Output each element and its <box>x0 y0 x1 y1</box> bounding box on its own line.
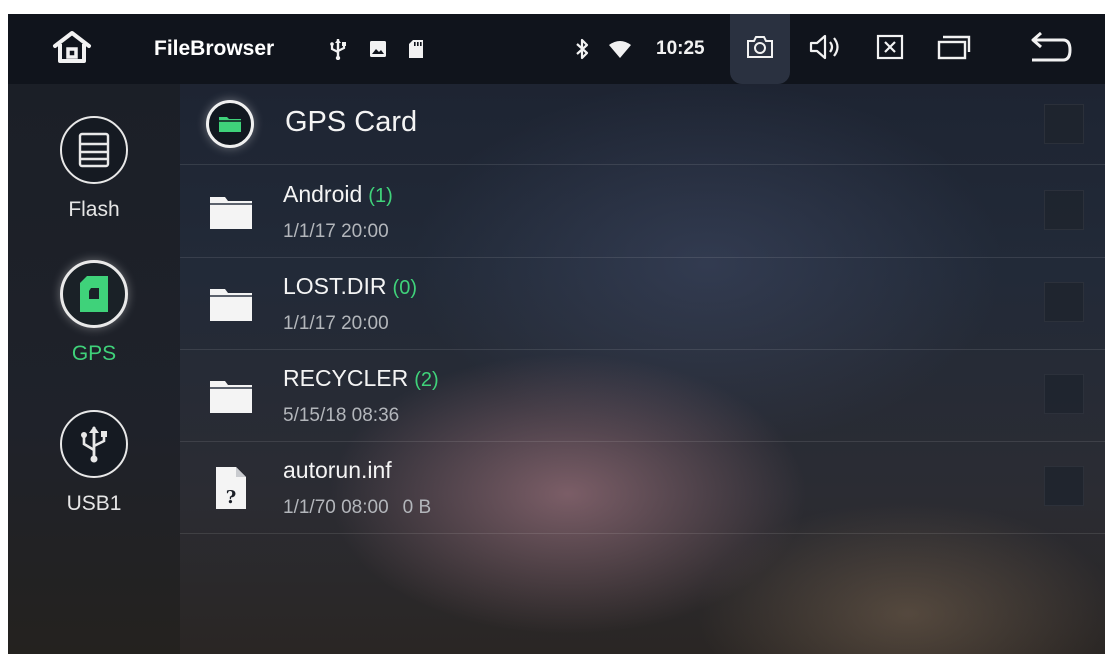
item-count: (1) <box>368 185 393 207</box>
folder-icon <box>206 100 254 148</box>
list-header: GPS Card <box>180 84 1105 165</box>
item-meta: 1/1/17 20:00 <box>283 313 389 335</box>
item-title: RECYCLER <box>283 365 409 391</box>
home-button[interactable] <box>44 14 100 84</box>
item-date: 1/1/70 08:00 <box>283 497 389 518</box>
folder-icon <box>208 189 254 235</box>
item-date: 1/1/17 20:00 <box>283 313 389 334</box>
sidebar-item-label: GPS <box>71 342 117 365</box>
volume-button[interactable] <box>804 14 848 84</box>
item-count: (0) <box>392 277 417 299</box>
list-item[interactable]: LOST.DIR (0) 1/1/17 20:00 <box>180 257 1105 350</box>
sidebar-item-flash[interactable]: Flash <box>8 116 180 222</box>
sd-card-icon <box>60 260 128 328</box>
home-icon <box>51 29 93 70</box>
wifi-icon <box>606 14 634 84</box>
item-name: LOST.DIR (0) <box>283 273 417 300</box>
item-checkbox[interactable] <box>1044 282 1084 322</box>
item-name: Android (1) <box>283 181 393 208</box>
sidebar-item-gps[interactable]: GPS <box>8 260 180 366</box>
item-meta: 5/15/18 08:36 <box>283 405 399 427</box>
recent-apps-button[interactable] <box>932 14 976 84</box>
storage-title: GPS Card <box>285 106 418 138</box>
close-icon <box>876 34 904 65</box>
sidebar-item-usb1[interactable]: USB1 <box>8 410 180 516</box>
item-name: autorun.inf <box>283 457 392 484</box>
screenshot-button[interactable] <box>730 14 790 84</box>
item-meta: 1/1/17 20:00 <box>283 221 389 243</box>
window-icon <box>937 34 971 65</box>
volume-icon <box>808 34 844 65</box>
close-button[interactable] <box>870 14 910 84</box>
list-item[interactable]: RECYCLER (2) 5/15/18 08:36 <box>180 349 1105 442</box>
bluetooth-icon <box>570 14 594 84</box>
item-count: (2) <box>414 369 439 391</box>
status-bar: FileBrowser 10:25 <box>8 14 1105 84</box>
usb-icon <box>326 14 350 84</box>
svg-text:?: ? <box>226 487 237 508</box>
image-icon <box>366 14 390 84</box>
list-item[interactable]: ? autorun.inf 1/1/70 08:00 0 B <box>180 441 1105 534</box>
item-date: 1/1/17 20:00 <box>283 221 389 242</box>
item-checkbox[interactable] <box>1044 374 1084 414</box>
back-icon <box>1027 31 1073 68</box>
item-name: RECYCLER (2) <box>283 365 439 392</box>
item-checkbox[interactable] <box>1044 466 1084 506</box>
screen: FileBrowser 10:25 Flash GPS USB1 GPS Car… <box>8 14 1105 654</box>
sidebar-item-label: Flash <box>68 198 120 221</box>
unknown-file-icon: ? <box>208 465 254 511</box>
usb-icon <box>60 410 128 478</box>
item-title: LOST.DIR <box>283 273 387 299</box>
item-size: 0 B <box>402 497 432 518</box>
item-title: Android <box>283 181 363 207</box>
folder-icon <box>208 373 254 419</box>
list-item[interactable]: Android (1) 1/1/17 20:00 <box>180 165 1105 258</box>
item-checkbox[interactable] <box>1044 190 1084 230</box>
item-date: 5/15/18 08:36 <box>283 405 400 426</box>
storage-icon <box>60 116 128 184</box>
item-title: autorun.inf <box>283 457 392 483</box>
folder-icon <box>208 281 254 327</box>
back-button[interactable] <box>1022 14 1078 84</box>
item-meta: 1/1/70 08:00 0 B <box>283 497 431 519</box>
sidebar: Flash GPS USB1 <box>8 84 180 654</box>
camera-icon <box>746 35 774 64</box>
select-all-checkbox[interactable] <box>1044 104 1084 144</box>
app-title: FileBrowser <box>154 37 275 60</box>
sidebar-item-label: USB1 <box>66 492 122 515</box>
clock: 10:25 <box>656 38 705 59</box>
sd-card-icon <box>404 14 428 84</box>
